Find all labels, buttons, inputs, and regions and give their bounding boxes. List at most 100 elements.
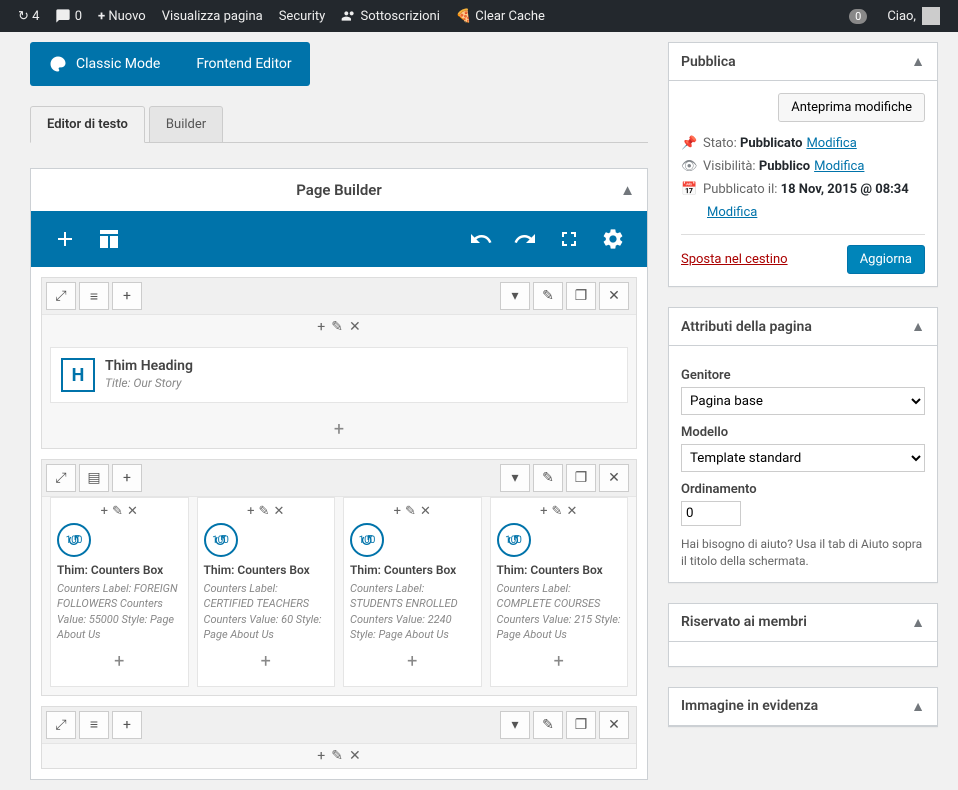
update-button[interactable]: Aggiorna (847, 245, 925, 274)
view-page-item[interactable]: Visualizza pagina (154, 0, 271, 32)
layout-icon (97, 227, 121, 251)
tab-builder[interactable]: Builder (149, 106, 223, 143)
tab-text-editor[interactable]: Editor di testo (30, 106, 145, 143)
inner-add[interactable]: + (317, 319, 325, 335)
col-edit[interactable]: ✎ (552, 504, 563, 519)
comment-icon (55, 8, 71, 24)
add-button[interactable]: + (112, 711, 142, 739)
template-select[interactable]: Template standard (681, 444, 925, 472)
new-item[interactable]: + Nuovo (90, 0, 154, 32)
col-edit[interactable]: ✎ (259, 504, 270, 519)
redo-button[interactable] (503, 217, 547, 261)
col-add[interactable]: + (394, 504, 401, 519)
column: +✎✕ 100 Thim: Counters Box Counters Labe… (197, 497, 336, 687)
status-label: Stato: (703, 136, 737, 151)
edit-button[interactable]: ✎ (533, 464, 563, 492)
dropdown-button[interactable]: ▾ (500, 282, 530, 310)
edit-visibility-link[interactable]: Modifica (814, 159, 864, 174)
page-builder-title: Page Builder (296, 181, 382, 199)
delete-button[interactable]: ✕ (599, 464, 629, 492)
col-add-element[interactable]: + (57, 643, 182, 680)
subscriptions-item[interactable]: Sottoscrizioni (333, 0, 448, 32)
mode-buttons: Classic Mode Frontend Editor (30, 42, 648, 86)
comments-item[interactable]: 0 (47, 0, 90, 32)
clear-cache-item[interactable]: 🍕 Clear Cache (448, 0, 553, 32)
edit-button[interactable]: ✎ (533, 282, 563, 310)
col-delete[interactable]: ✕ (273, 504, 284, 519)
order-input[interactable] (681, 501, 741, 526)
add-element-button[interactable]: + (42, 411, 636, 448)
edit-status-link[interactable]: Modifica (806, 136, 856, 151)
settings-button[interactable] (591, 217, 635, 261)
clone-button[interactable]: ❐ (566, 711, 596, 739)
page-builder-panel: Page Builder ▲ ⤢ ≡ + ▾ ✎ ❐ ✕ + ✎ ✕ H (30, 168, 648, 780)
dropdown-button[interactable]: ▾ (500, 711, 530, 739)
frontend-editor-button[interactable]: Frontend Editor (178, 42, 309, 86)
col-add-element[interactable]: + (204, 643, 329, 680)
add-element-button[interactable] (43, 217, 87, 261)
move-button[interactable]: ⤢ (46, 711, 76, 739)
preview-button[interactable]: Anteprima modifiche (778, 93, 925, 122)
edit-button[interactable]: ✎ (533, 711, 563, 739)
edit-date-link[interactable]: Modifica (707, 205, 757, 220)
collapse-icon[interactable]: ▲ (911, 318, 925, 335)
inner-delete[interactable]: ✕ (349, 748, 361, 764)
clone-button[interactable]: ❐ (566, 464, 596, 492)
col-add[interactable]: + (101, 504, 108, 519)
gear-icon (601, 227, 625, 251)
counter-icon: 100 (57, 523, 91, 557)
dropdown-button[interactable]: ▾ (500, 464, 530, 492)
move-button[interactable]: ⤢ (46, 282, 76, 310)
row-toolbar: ⤢ ▤ + ▾ ✎ ❐ ✕ (42, 460, 636, 497)
collapse-icon[interactable]: ▲ (911, 53, 925, 70)
collapse-icon[interactable]: ▲ (911, 614, 925, 631)
greeting-label: Ciao, (887, 9, 916, 24)
clone-button[interactable]: ❐ (566, 282, 596, 310)
pin-icon: 📌 (681, 136, 703, 151)
featured-image-box: Immagine in evidenza▲ (668, 687, 938, 727)
col-add-element[interactable]: + (497, 643, 622, 680)
inner-controls: + ✎ ✕ (42, 744, 636, 768)
paint-icon (48, 54, 68, 74)
add-button[interactable]: + (112, 282, 142, 310)
col-delete[interactable]: ✕ (566, 504, 577, 519)
col-edit[interactable]: ✎ (405, 504, 416, 519)
account-item[interactable]: Ciao, (879, 0, 948, 32)
classic-mode-label: Classic Mode (76, 56, 160, 72)
notifications-item[interactable]: 0 (841, 0, 879, 32)
heading-icon: H (61, 358, 95, 392)
col-add-element[interactable]: + (350, 643, 475, 680)
move-button[interactable]: ⤢ (46, 464, 76, 492)
columns-button[interactable]: ▤ (79, 464, 109, 492)
add-template-button[interactable] (87, 217, 131, 261)
col-delete[interactable]: ✕ (127, 504, 138, 519)
inner-edit[interactable]: ✎ (331, 748, 343, 764)
trash-link[interactable]: Sposta nel cestino (681, 252, 788, 267)
updates-item[interactable]: ↻ 4 (10, 0, 47, 32)
element-desc: Counters Label: CERTIFIED TEACHERS Count… (204, 581, 329, 643)
visibility-value: Pubblico (759, 159, 810, 174)
col-add[interactable]: + (247, 504, 254, 519)
columns-button[interactable]: ≡ (79, 711, 109, 739)
delete-button[interactable]: ✕ (599, 282, 629, 310)
delete-button[interactable]: ✕ (599, 711, 629, 739)
fullscreen-button[interactable] (547, 217, 591, 261)
page-attributes-box: Attributi della pagina▲ Genitore Pagina … (668, 307, 938, 583)
col-add[interactable]: + (540, 504, 547, 519)
security-item[interactable]: Security (271, 0, 334, 32)
inner-add[interactable]: + (317, 748, 325, 764)
inner-edit[interactable]: ✎ (331, 319, 343, 335)
add-button[interactable]: + (112, 464, 142, 492)
columns-button[interactable]: ≡ (79, 282, 109, 310)
col-delete[interactable]: ✕ (420, 504, 431, 519)
undo-button[interactable] (459, 217, 503, 261)
collapse-icon[interactable]: ▲ (620, 181, 635, 199)
published-label: Pubblicato il: (703, 182, 777, 197)
collapse-icon[interactable]: ▲ (911, 698, 925, 715)
col-edit[interactable]: ✎ (112, 504, 123, 519)
inner-delete[interactable]: ✕ (349, 319, 361, 335)
new-label: Nuovo (108, 9, 145, 24)
parent-select[interactable]: Pagina base (681, 387, 925, 415)
classic-mode-button[interactable]: Classic Mode (30, 42, 178, 86)
element-heading[interactable]: H Thim Heading Title: Our Story (50, 347, 628, 403)
